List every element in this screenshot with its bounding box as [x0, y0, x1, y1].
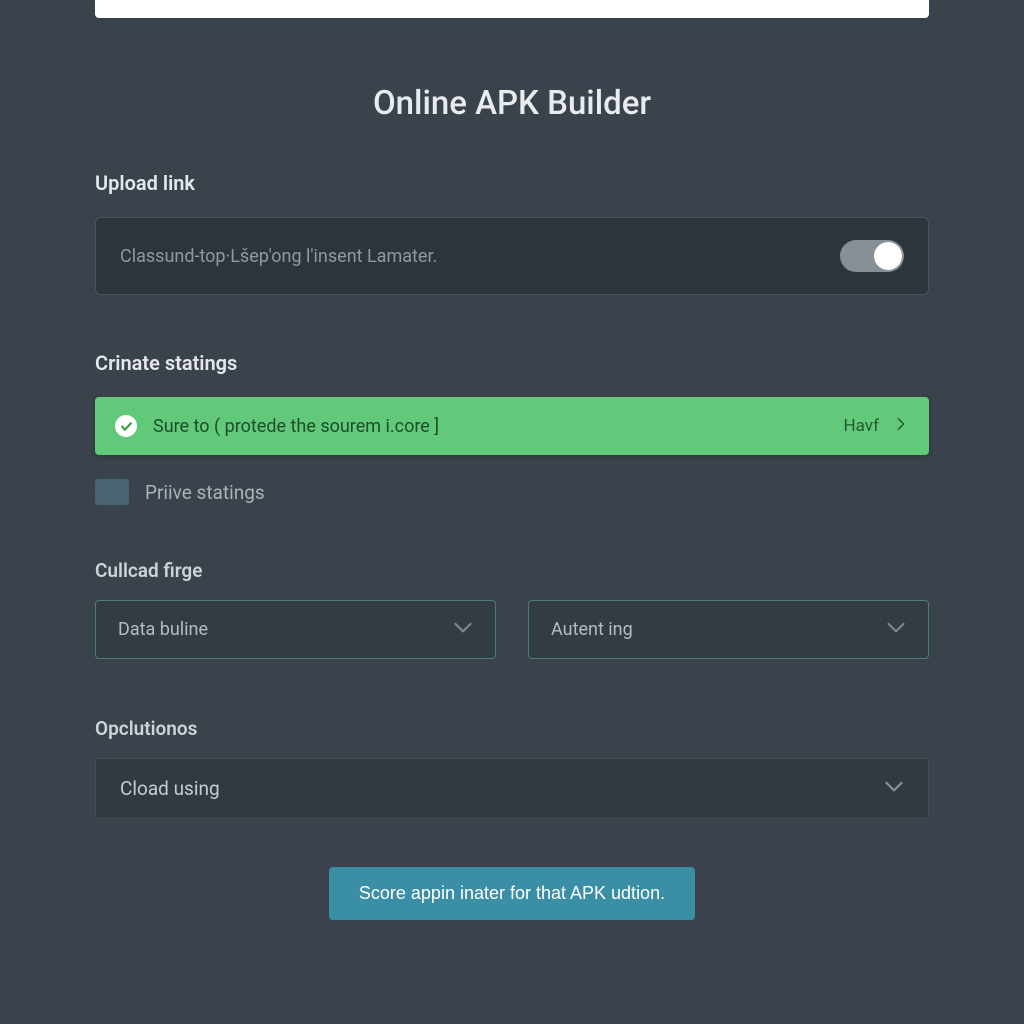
check-icon	[115, 415, 137, 437]
private-checkbox[interactable]	[95, 479, 129, 505]
chevron-down-icon	[886, 620, 906, 639]
protect-label: Sure to ( protede the sourem i.core ]	[153, 416, 843, 437]
protect-right-label: Havf	[843, 416, 879, 436]
private-settings-row[interactable]: Priive statings	[95, 479, 929, 505]
chevron-down-icon	[884, 779, 904, 798]
upload-placeholder: Classund-top·Lšep'ong l'insent Lamater.	[120, 246, 437, 267]
settings-heading: Crinate statings	[95, 351, 929, 375]
upload-toggle[interactable]	[840, 240, 904, 272]
options-heading: Opclutionos	[95, 717, 929, 740]
top-panel-edge	[95, 0, 929, 18]
select-value: Cload using	[120, 777, 220, 800]
protect-source-row[interactable]: Sure to ( protede the sourem i.core ] Ha…	[95, 397, 929, 455]
chevron-right-icon	[893, 413, 909, 439]
upload-link-field[interactable]: Classund-top·Lšep'ong l'insent Lamater.	[95, 217, 929, 295]
cloud-using-select[interactable]: Cload using	[95, 758, 929, 819]
select-value: Data buline	[118, 619, 208, 640]
cullcad-heading: Cullcad firge	[95, 559, 929, 582]
main-container: Online APK Builder Upload link Classund-…	[0, 0, 1024, 920]
private-label: Priive statings	[145, 481, 265, 504]
toggle-knob	[874, 242, 902, 270]
submit-button[interactable]: Score appin inater for that APK udtion.	[329, 867, 695, 920]
cullcad-selects: Data buline Autent ing	[95, 600, 929, 659]
upload-heading: Upload link	[95, 171, 929, 195]
autenting-select[interactable]: Autent ing	[528, 600, 929, 659]
page-title: Online APK Builder	[95, 84, 929, 123]
chevron-down-icon	[453, 620, 473, 639]
select-value: Autent ing	[551, 619, 633, 640]
data-buline-select[interactable]: Data buline	[95, 600, 496, 659]
